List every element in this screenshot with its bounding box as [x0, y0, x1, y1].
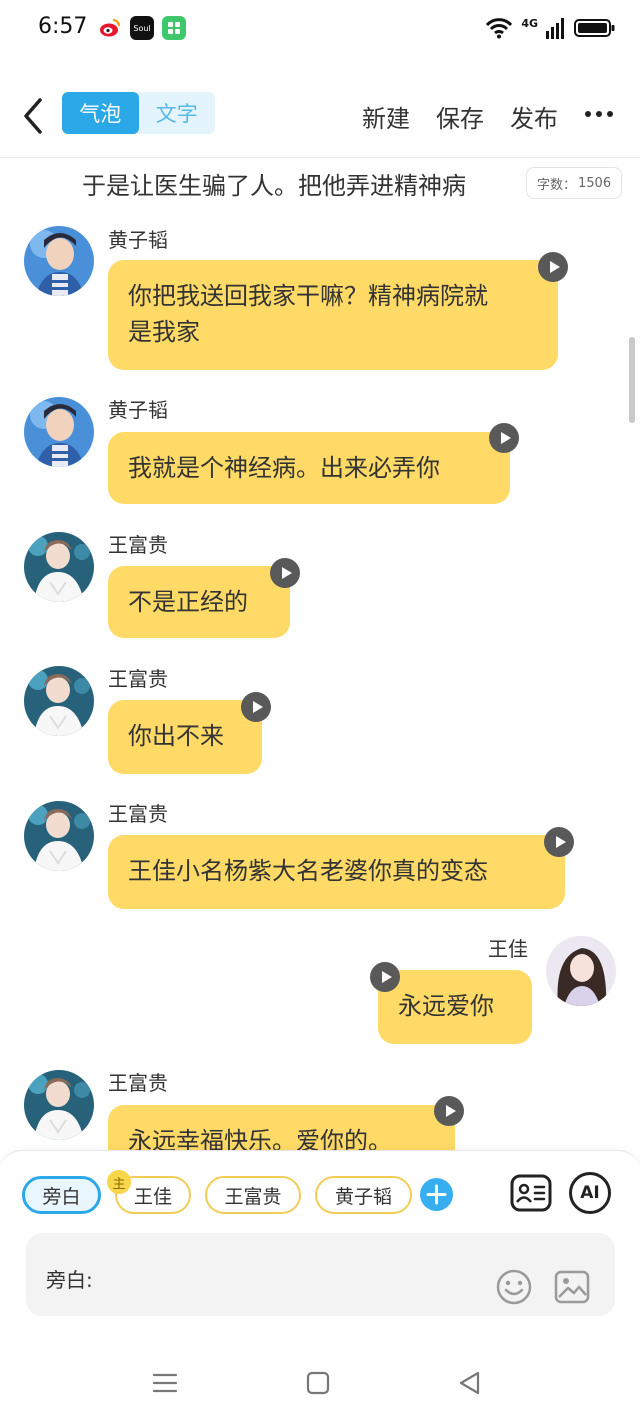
wechat-work-icon: [162, 16, 186, 40]
message-bubble[interactable]: 我就是个神经病。出来必弄你: [108, 432, 510, 504]
back-button[interactable]: [18, 96, 48, 136]
ai-button[interactable]: AI: [569, 1172, 611, 1214]
play-icon[interactable]: [434, 1096, 464, 1126]
publish-button[interactable]: 发布: [510, 99, 558, 134]
role-chip-narrator[interactable]: 旁白: [22, 1176, 101, 1214]
narration-text[interactable]: 于是让医生骗了人。把他弄进精神病: [82, 166, 466, 201]
battery-icon: [574, 19, 615, 37]
message-bubble[interactable]: 不是正经的: [108, 566, 290, 638]
sender-name: 王富贵: [108, 667, 168, 691]
menu-icon[interactable]: [151, 1369, 179, 1397]
network-type: 4G: [521, 17, 538, 30]
sender-name: 王富贵: [108, 533, 168, 557]
avatar[interactable]: [24, 532, 94, 602]
avatar[interactable]: [24, 226, 94, 296]
soul-icon: Soul: [130, 16, 154, 40]
signal-icon: [546, 18, 564, 39]
role-chip-huangzitao[interactable]: 黄子韬: [315, 1176, 412, 1214]
play-icon[interactable]: [241, 692, 271, 722]
status-time: 6:57: [38, 14, 88, 39]
sender-name: 王富贵: [108, 1071, 168, 1095]
wifi-icon: [486, 18, 513, 39]
sender-name: 王富贵: [108, 802, 168, 826]
message-text: 永远爱你: [398, 992, 494, 1020]
mode-toggle: 气泡 文字: [62, 92, 215, 134]
status-bar: 6:57 Soul 4G: [0, 0, 640, 58]
avatar[interactable]: [24, 666, 94, 736]
smiley-icon: [496, 1269, 532, 1305]
tab-text[interactable]: 文字: [139, 92, 216, 134]
more-icon[interactable]: [584, 104, 614, 124]
play-icon[interactable]: [370, 962, 400, 992]
avatar[interactable]: [24, 801, 94, 871]
contacts-icon: [510, 1174, 552, 1212]
weibo-icon: [98, 16, 122, 40]
avatar[interactable]: [24, 397, 94, 467]
message-text-line: 是我家: [128, 318, 200, 346]
sender-name: 黄子韬: [108, 228, 168, 252]
message-bubble[interactable]: 永远爱你: [378, 970, 532, 1044]
message-bubble[interactable]: 你出不来: [108, 700, 262, 774]
image-button[interactable]: [553, 1268, 591, 1306]
message-bubble[interactable]: 你把我送回我家干嘛？精神病院就 是我家: [108, 260, 558, 370]
role-list-button[interactable]: [510, 1172, 552, 1214]
message-bubble[interactable]: 王佳小名杨紫大名老婆你真的变态: [108, 835, 565, 909]
image-icon: [554, 1270, 590, 1304]
back-triangle-icon[interactable]: [456, 1369, 484, 1397]
status-indicators: 4G: [485, 14, 616, 42]
play-icon[interactable]: [489, 423, 519, 453]
chevron-left-icon: [24, 98, 42, 134]
emoji-button[interactable]: [495, 1268, 533, 1306]
app-screen: 6:57 Soul 4G 气泡 文字 新建 保存 发布 于是让医生骗了人。把他弄…: [0, 0, 640, 1422]
home-icon[interactable]: [304, 1369, 332, 1397]
avatar[interactable]: [546, 936, 616, 1006]
save-button[interactable]: 保存: [436, 99, 484, 134]
role-chip-wangfugui[interactable]: 王富贵: [205, 1176, 301, 1214]
tab-bubble[interactable]: 气泡: [62, 92, 139, 134]
word-count-label: 字数：: [537, 177, 577, 193]
play-icon[interactable]: [270, 558, 300, 588]
play-icon[interactable]: [544, 827, 574, 857]
play-icon[interactable]: [538, 252, 568, 282]
add-role-button[interactable]: [420, 1178, 453, 1211]
avatar[interactable]: [24, 1070, 94, 1140]
word-count-value: 1506: [578, 175, 612, 191]
message-text: 我就是个神经病。出来必弄你: [128, 454, 440, 482]
word-count-badge: 字数： 1506: [526, 167, 623, 199]
main-role-badge: 主: [107, 1170, 131, 1194]
sender-name: 黄子韬: [108, 398, 168, 422]
svg-text:Soul: Soul: [133, 24, 150, 33]
message-text: 你出不来: [128, 722, 224, 750]
message-text: 不是正经的: [128, 588, 248, 616]
new-button[interactable]: 新建: [362, 99, 410, 134]
sender-name: 王佳: [488, 937, 528, 961]
message-text: 王佳小名杨紫大名老婆你真的变态: [128, 857, 488, 885]
message-text-line: 你把我送回我家干嘛？精神病院就: [128, 282, 488, 310]
editor-header: 气泡 文字 新建 保存 发布: [0, 80, 640, 158]
input-role-prefix: 旁白:: [46, 1268, 93, 1292]
plus-icon: [426, 1184, 447, 1205]
scrollbar[interactable]: [629, 337, 635, 423]
